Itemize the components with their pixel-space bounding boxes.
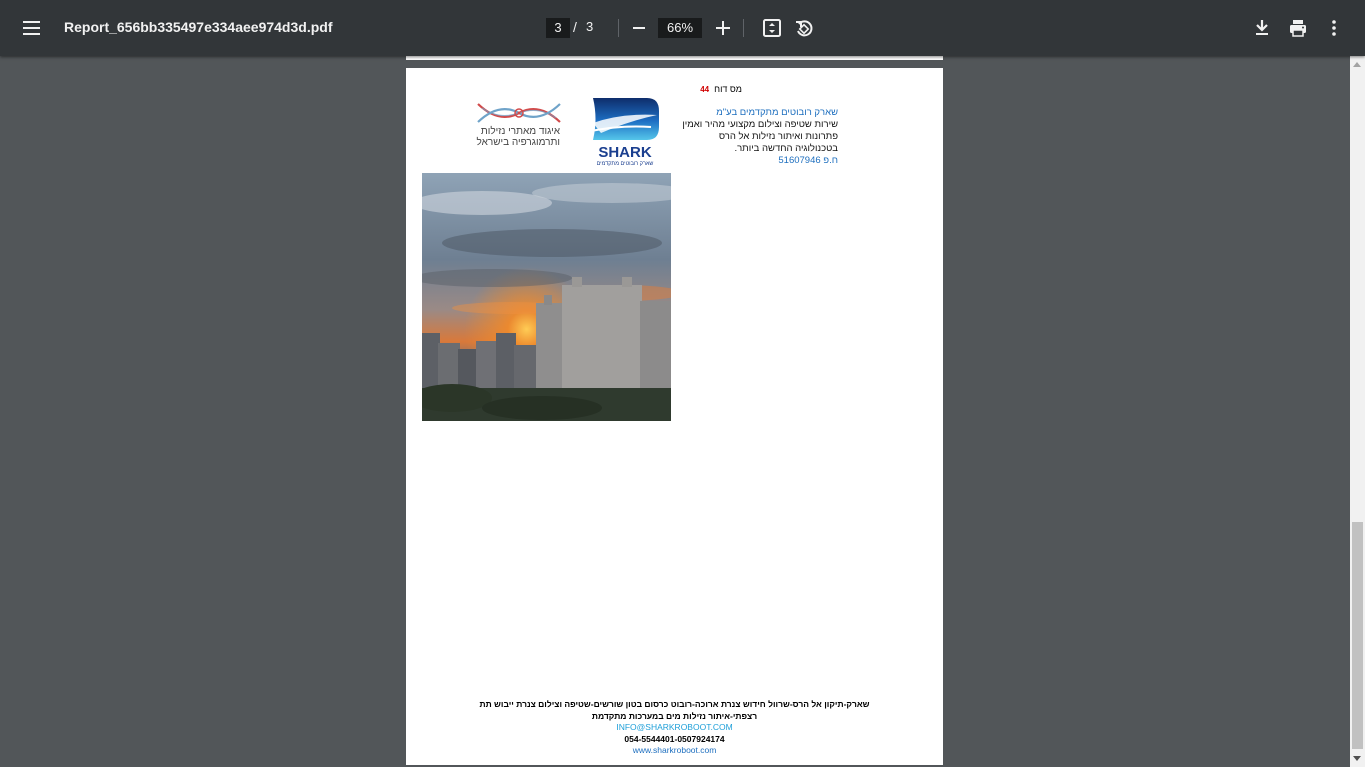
footer-email[interactable]: INFO@SHARKROBOOT.COM (466, 722, 883, 734)
footer-line-2: רצפתי-איתור נזילות מים במערכות מתקדמת (591, 710, 758, 721)
report-number: 44 (700, 85, 710, 94)
page-separator: / (573, 19, 577, 35)
pdf-page: מס דוח 44 שארק רובוטים מתקדמים בע"מ שירו… (406, 68, 943, 765)
rotate-icon[interactable] (790, 14, 818, 42)
scroll-up-arrow-icon[interactable] (1353, 62, 1361, 67)
toolbar-divider (743, 19, 744, 37)
footer-phones: 054-5544401-0507924174 (624, 733, 725, 744)
fit-page-icon[interactable] (758, 14, 786, 42)
toolbar-divider (618, 19, 619, 37)
footer-line-1: שארק-תיקון אל הרס-שרוול חידוש צנרת ארוכה… (479, 699, 870, 709)
scroll-down-arrow-icon[interactable] (1353, 756, 1361, 761)
menu-icon[interactable] (18, 16, 46, 40)
zoom-input[interactable]: 66% (658, 18, 702, 38)
more-vert-icon[interactable] (1320, 14, 1348, 42)
shark-logo: SHARK שארק רובוטים מתקדמים (581, 95, 671, 167)
report-number-label: מס דוח (714, 84, 742, 94)
file-name: Report_656bb335497e334aee974d3d.pdf (64, 19, 333, 35)
scrollbar-thumb[interactable] (1352, 522, 1363, 749)
page-footer: שארק-תיקון אל הרס-שרוול חידוש צנרת ארוכה… (466, 699, 883, 757)
zoom-in-icon[interactable] (709, 14, 737, 42)
download-icon[interactable] (1248, 14, 1276, 42)
total-pages: 3 (586, 19, 594, 34)
shark-tagline: שארק רובוטים מתקדמים (597, 161, 654, 167)
print-icon[interactable] (1284, 14, 1312, 42)
union-line-1: איגוד מאתרי נזילות (480, 126, 560, 137)
company-line-2: פתרונות ואיתור נזילות אל הרס (718, 131, 838, 142)
vertical-scrollbar[interactable] (1350, 56, 1365, 767)
union-line-2: ותרמוגרפיה בישראל (476, 137, 560, 148)
pdf-toolbar: Report_656bb335497e334aee974d3d.pdf 3 / … (0, 0, 1365, 56)
union-logo-text: איגוד מאתרי נזילות ותרמוגרפיה בישראל (468, 126, 560, 148)
page-number-input[interactable]: 3 (546, 18, 570, 38)
report-number-line: מס דוח 44 (636, 84, 742, 94)
company-id: ח.פ 51607946 (778, 155, 838, 166)
site-photo (422, 173, 671, 421)
company-name: שארק רובוטים מתקדמים בע"מ (716, 107, 838, 118)
company-line-1: שירות שטיפה וצילום מקצועי מהיר ואמין (682, 119, 838, 130)
footer-website[interactable]: www.sharkroboot.com (466, 745, 883, 757)
company-line-3: בטכנולוגיה החדשה ביותר. (734, 143, 838, 154)
zoom-out-icon[interactable] (625, 14, 653, 42)
previous-page-edge (406, 56, 943, 60)
company-info: שארק רובוטים מתקדמים בע"מ שירות שטיפה וצ… (668, 107, 838, 167)
shark-wordmark: SHARK (598, 144, 652, 161)
